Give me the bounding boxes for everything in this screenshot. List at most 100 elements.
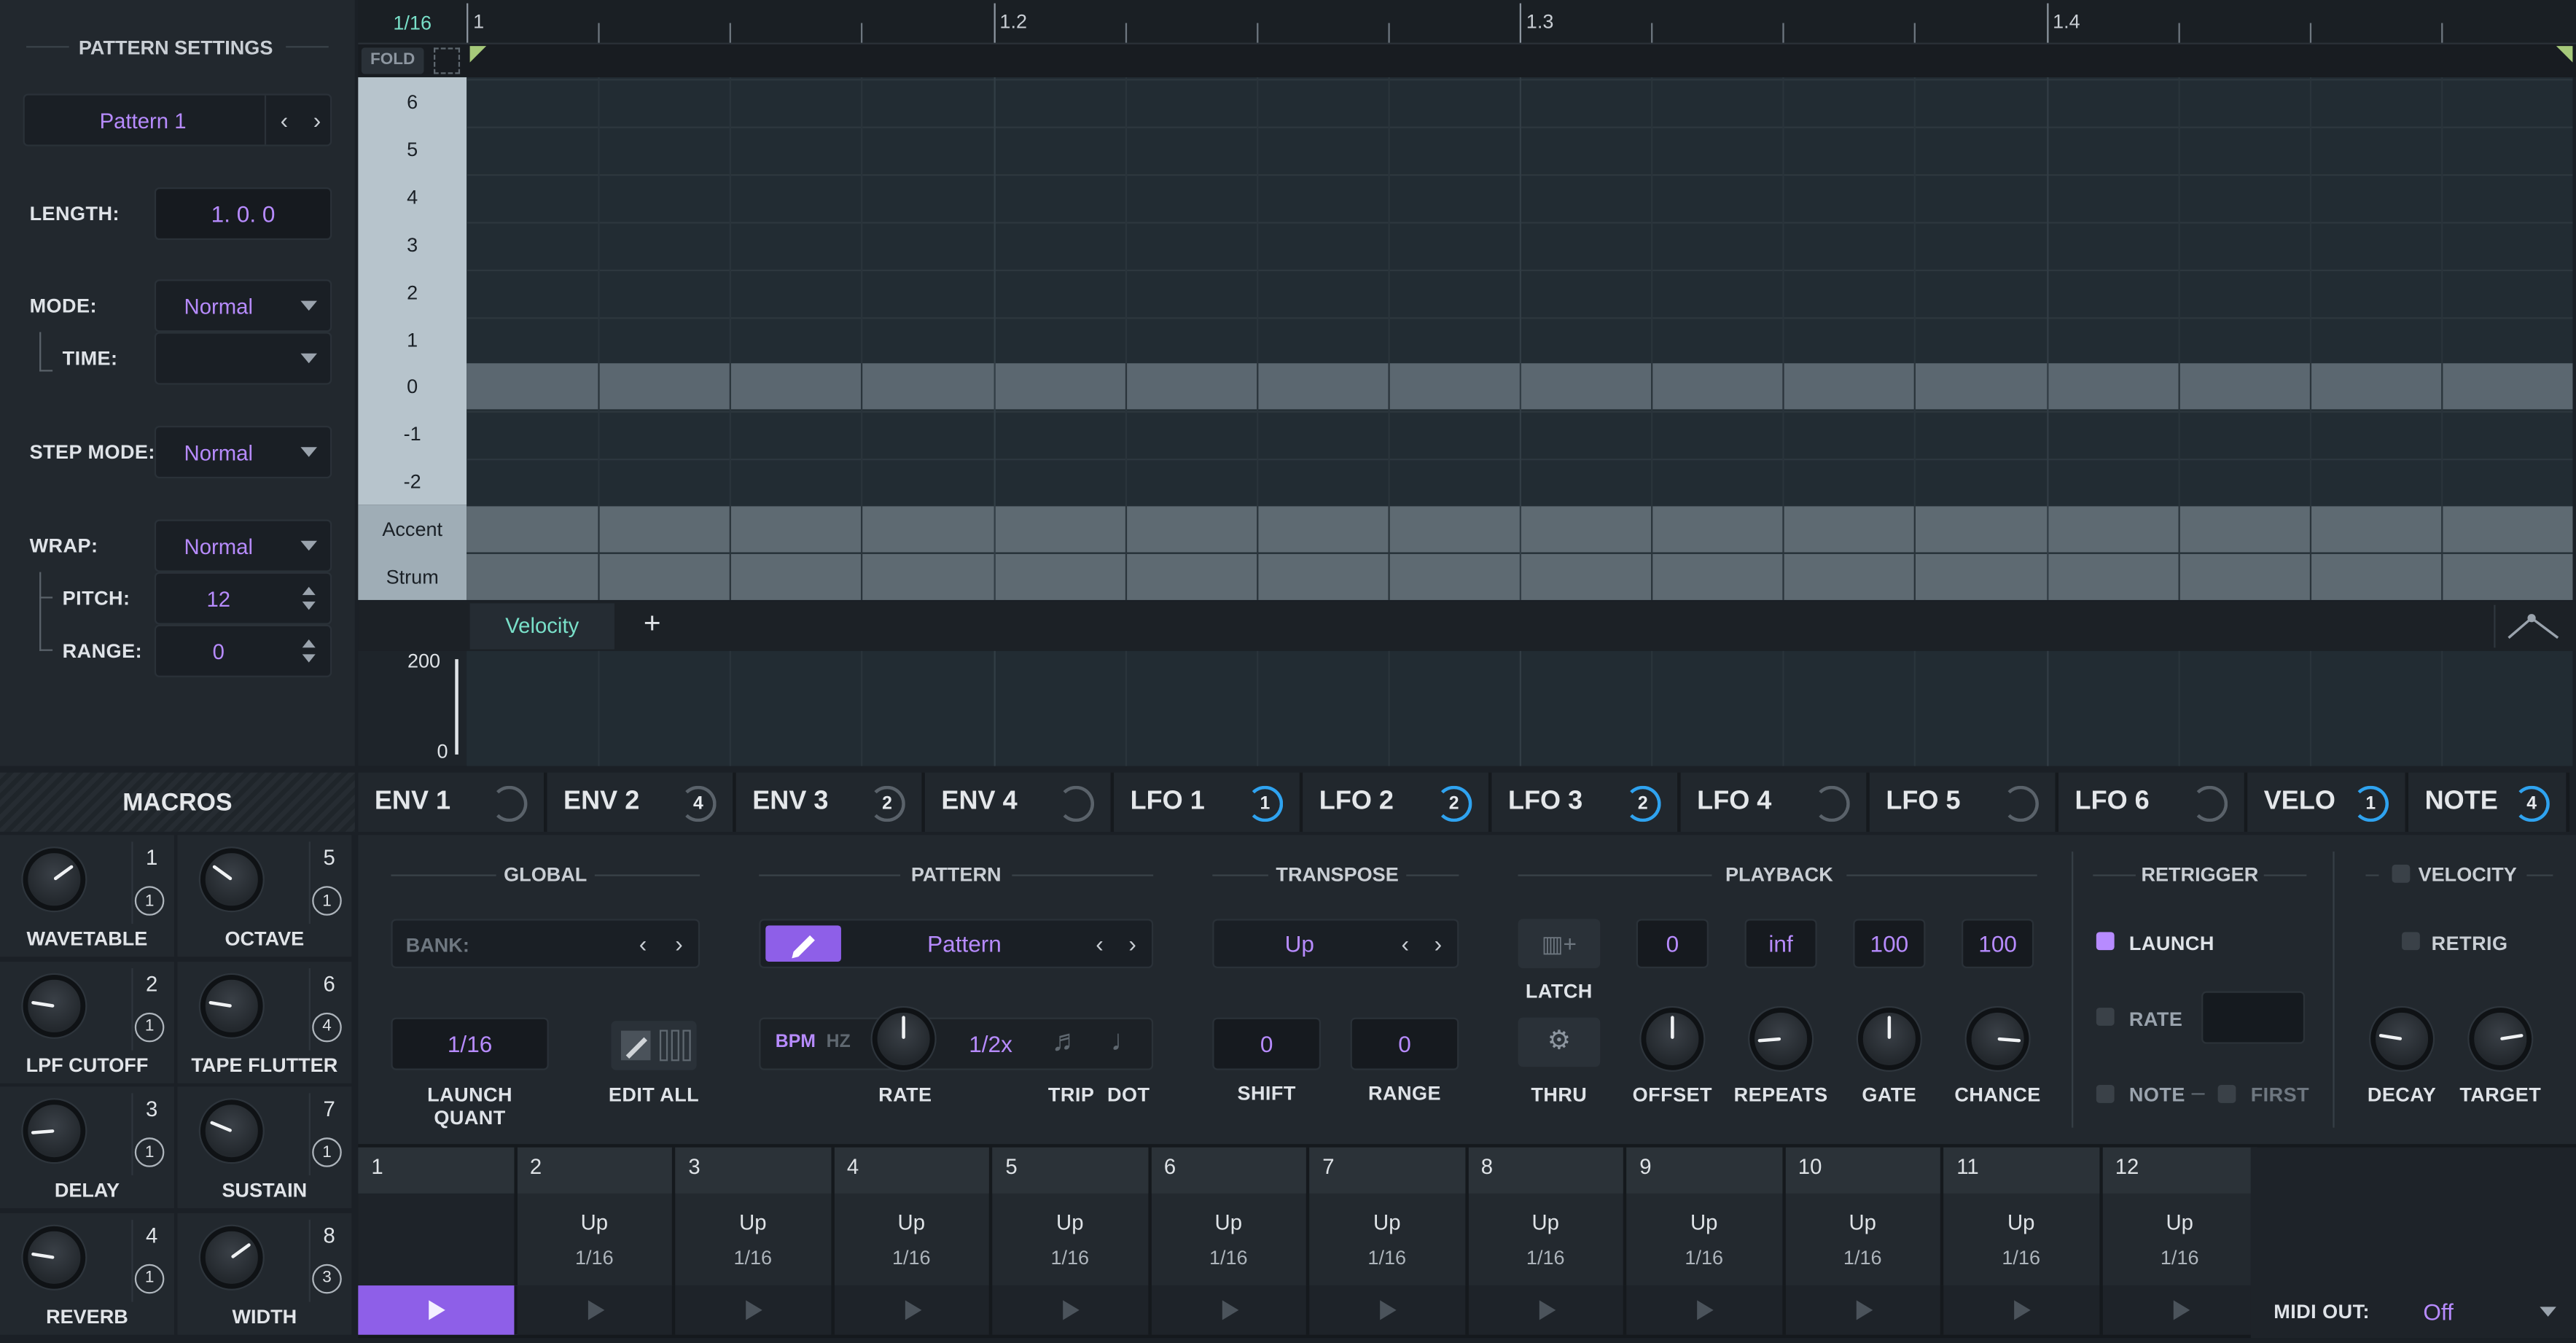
time-dropdown[interactable] [154,332,332,385]
step-play-button[interactable] [1626,1285,1785,1335]
mod-tab-lfo-1[interactable]: LFO 1 1 [1114,772,1303,832]
step-play-button[interactable] [1309,1285,1468,1335]
modulation-ring-icon[interactable]: 4 [2513,785,2550,822]
macro-knob[interactable] [23,1225,86,1288]
stepper-up-icon[interactable] [302,586,316,596]
loop-start-marker[interactable] [469,46,487,63]
modulation-ring-icon[interactable]: 2 [1625,785,1661,822]
repeats-knob[interactable] [1749,1008,1812,1070]
mod-tab-env-1[interactable]: ENV 1 [358,772,547,832]
modulation-ring-icon[interactable] [491,785,528,822]
fold-button[interactable]: FOLD [361,47,424,74]
mod-tab-velo[interactable]: VELO 1 [2247,772,2409,832]
next-pattern-button[interactable]: › [304,107,330,133]
curve-icon[interactable] [2494,604,2569,648]
step-10[interactable]: 10 Up 1/16 [1784,1147,1944,1286]
next-bank-button[interactable]: › [675,930,683,957]
bpm-toggle[interactable]: BPM [776,1032,816,1052]
macro-knob[interactable] [23,848,86,911]
step-7[interactable]: 7 Up 1/16 [1309,1147,1468,1286]
chance-knob[interactable] [1966,1008,2029,1070]
modulation-count-badge[interactable]: 1 [312,886,342,916]
loop-end-marker[interactable] [2556,46,2573,63]
grid-resolution[interactable]: 1/16 [358,12,467,35]
expand-icon[interactable] [434,47,461,74]
mod-tab-env-4[interactable]: ENV 4 [924,772,1115,832]
step-play-button[interactable] [358,1285,517,1335]
first-checkbox[interactable] [2217,1085,2236,1103]
step-play-button[interactable] [516,1285,676,1335]
modulation-ring-icon[interactable]: 1 [1246,785,1284,822]
mod-tab-lfo-2[interactable]: LFO 2 2 [1303,772,1492,832]
mod-tab-lfo-5[interactable]: LFO 5 [1869,772,2059,832]
step-play-button[interactable] [1784,1285,1944,1335]
next-direction-button[interactable]: › [1435,930,1443,957]
repeats-field[interactable]: inf [1744,919,1817,968]
step-play-button[interactable] [1150,1285,1310,1335]
edit-all-button[interactable] [611,1021,697,1070]
shift-field[interactable]: 0 [1212,1017,1322,1070]
modulation-count-badge[interactable]: 1 [134,886,165,916]
pattern-preset-selector[interactable]: Pattern ‹ › [759,919,1154,968]
step-12[interactable]: 12 Up 1/16 [2101,1147,2261,1286]
rate-checkbox[interactable] [2096,1008,2115,1026]
modulation-ring-icon[interactable] [2002,785,2039,822]
macro-knob[interactable] [200,973,263,1037]
step-play-button[interactable] [2101,1285,2261,1335]
step-9[interactable]: 9 Up 1/16 [1626,1147,1785,1286]
step-play-button[interactable] [833,1285,993,1335]
macro-knob[interactable] [200,1099,263,1163]
step-play-button[interactable] [675,1285,834,1335]
thru-button[interactable]: ⚙ [1518,1017,1601,1067]
step-3[interactable]: 3 Up 1/16 [675,1147,834,1286]
range-stepper[interactable]: 0 [154,624,332,677]
bank-selector[interactable]: BANK: ‹ › [391,919,700,968]
modulation-ring-icon[interactable] [1058,785,1095,822]
pencil-icon[interactable] [765,925,841,962]
step-11[interactable]: 11 Up 1/16 [1943,1147,2102,1286]
pitch-stepper[interactable]: 12 [154,572,332,625]
modulation-count-badge[interactable]: 1 [312,1137,342,1167]
retrigger-rate-field[interactable] [2201,991,2306,1044]
note-checkbox[interactable] [2096,1085,2115,1103]
target-knob[interactable] [2469,1008,2532,1070]
macro-knob[interactable] [200,848,263,911]
hz-toggle[interactable]: HZ [827,1032,851,1052]
modulation-ring-icon[interactable]: 2 [869,785,905,822]
mod-tab-lfo-3[interactable]: LFO 3 2 [1491,772,1681,832]
velocity-tab[interactable]: Velocity [469,603,614,650]
macro-knob[interactable] [200,1225,263,1288]
mode-dropdown[interactable]: Normal [154,279,332,332]
mod-tab-lfo-6[interactable]: LFO 6 [2058,772,2248,832]
gate-field[interactable]: 100 [1853,919,1926,968]
rate-knob[interactable] [872,1008,935,1070]
chance-field[interactable]: 100 [1962,919,2034,968]
offset-field[interactable]: 0 [1636,919,1709,968]
step-play-button[interactable] [1467,1285,1627,1335]
modulation-count-badge[interactable]: 3 [312,1263,342,1293]
next-preset-button[interactable]: › [1128,930,1136,957]
step-1[interactable]: 1 [358,1147,517,1286]
step-play-button[interactable] [1943,1285,2102,1335]
modulation-ring-icon[interactable]: 4 [680,785,717,822]
pattern-selector[interactable]: Pattern 1 ‹ › [23,93,332,147]
add-lane-button[interactable]: + [634,607,671,646]
stepper-up-icon[interactable] [302,639,316,648]
dotted-icon[interactable]: ♩ [1111,1024,1141,1059]
mod-tab-lfo-4[interactable]: LFO 4 [1680,772,1870,832]
launch-checkbox[interactable] [2096,932,2115,951]
modulation-count-badge[interactable]: 4 [312,1011,342,1042]
macro-knob[interactable] [23,1099,86,1163]
decay-knob[interactable] [2370,1008,2433,1070]
modulation-count-badge[interactable]: 1 [134,1137,165,1167]
wrap-dropdown[interactable]: Normal [154,519,332,572]
modulation-ring-icon[interactable] [1814,785,1850,822]
modulation-ring-icon[interactable] [2191,785,2228,822]
triplet-icon[interactable]: ♬ [1051,1024,1081,1059]
stepper-down-icon[interactable] [302,602,316,610]
step-2[interactable]: 2 Up 1/16 [516,1147,676,1286]
launch-quant-field[interactable]: 1/16 [391,1017,549,1070]
stepper-down-icon[interactable] [302,654,316,663]
step-6[interactable]: 6 Up 1/16 [1150,1147,1310,1286]
mod-tab-env-2[interactable]: ENV 2 4 [547,772,736,832]
